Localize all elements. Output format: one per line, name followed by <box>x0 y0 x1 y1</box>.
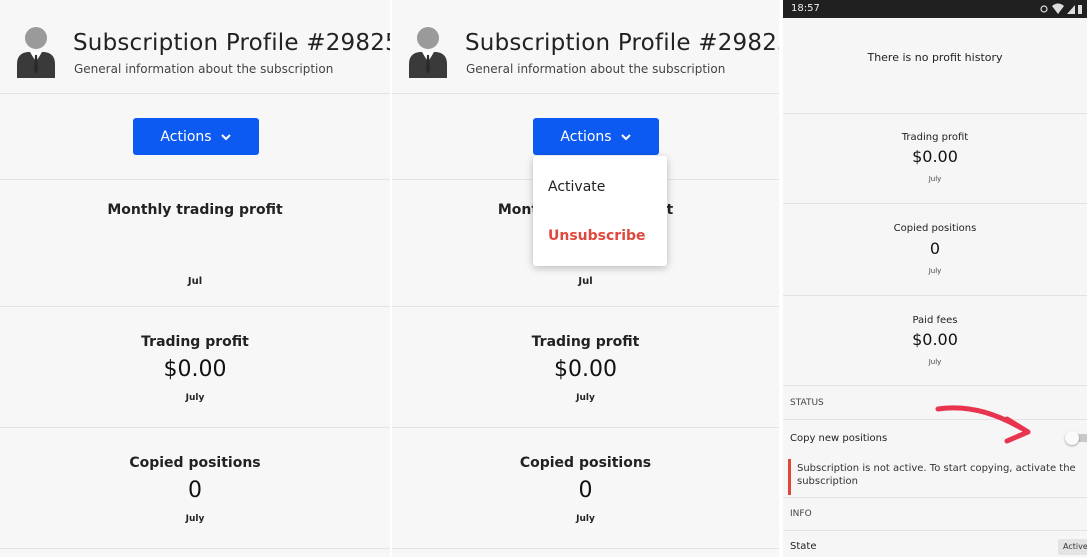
status-label: STATUS <box>790 398 824 408</box>
month-label: July <box>928 358 942 366</box>
page-title: Subscription Profile #29825 <box>73 30 390 56</box>
month-label: July <box>185 393 205 403</box>
month-label: July <box>576 514 595 524</box>
month-label: Jul <box>187 276 203 287</box>
user-avatar-icon <box>17 27 55 78</box>
menu-item-unsubscribe[interactable]: Unsubscribe <box>548 228 646 244</box>
month-label: July <box>928 267 942 275</box>
paid-fees-value: $0.00 <box>912 330 958 349</box>
month-label: July <box>576 393 595 403</box>
state-badge: Active <box>1058 539 1087 555</box>
monthly-profit-section: Monthly trading profit Jul <box>0 180 390 307</box>
annotation-arrow-icon <box>935 405 1031 444</box>
page-subtitle: General information about the subscripti… <box>74 62 334 76</box>
profile-header: Subscription Profile #29825 General info… <box>392 0 779 94</box>
page-title: Subscription Profile #29825 <box>465 30 779 56</box>
section-title: Copied positions <box>129 455 261 471</box>
actions-button-label: Actions <box>560 128 612 145</box>
page-subtitle: General information about the subscripti… <box>466 62 726 76</box>
profile-header: Subscription Profile #29825 General info… <box>0 0 390 94</box>
copied-positions-section: Copied positions 0 July <box>392 428 779 549</box>
section-title: Trading profit <box>531 334 640 350</box>
copied-positions-section: Copied positions 0 July <box>0 428 390 549</box>
chevron-down-icon <box>620 133 631 140</box>
trading-profit-value: $0.00 <box>554 357 617 382</box>
section-title: Monthly trading profit <box>107 202 283 218</box>
chevron-down-icon <box>220 133 231 140</box>
trading-profit-section: Trading profit $0.00 July <box>0 307 390 428</box>
copy-new-positions-label: Copy new positions <box>790 433 888 444</box>
copied-positions-value: 0 <box>188 478 202 503</box>
status-bar-time: 18:57 <box>791 3 820 14</box>
info-section-label: INFO <box>783 497 1087 531</box>
month-label: July <box>928 175 942 183</box>
copied-positions-value: 0 <box>929 239 941 258</box>
copied-positions-value: 0 <box>578 478 593 503</box>
toggle-knob <box>1065 431 1079 445</box>
status-bar-icons <box>1040 3 1082 14</box>
subscription-profile-panel-dropdown-open: Subscription Profile #29825 General info… <box>392 0 779 557</box>
actions-row: Actions <box>0 94 390 180</box>
profit-history-section: There is no profit history <box>783 18 1087 114</box>
section-title: Trading profit <box>901 132 969 143</box>
section-title: Trading profit <box>141 334 249 350</box>
mobile-copied-positions-section: Copied positions 0 July <box>783 204 1087 296</box>
mobile-paid-fees-section: Paid fees $0.00 July <box>783 296 1087 386</box>
trading-profit-value: $0.00 <box>163 357 227 382</box>
user-avatar-icon <box>409 27 447 78</box>
month-label: July <box>185 514 205 524</box>
month-label: Jul <box>578 276 593 287</box>
trading-profit-value: $0.00 <box>912 147 958 166</box>
mobile-trading-profit-section: Trading profit $0.00 July <box>783 114 1087 204</box>
section-title: Copied positions <box>893 223 977 234</box>
state-label: State <box>790 541 817 552</box>
copy-new-positions-toggle[interactable] <box>1065 431 1087 445</box>
no-profit-history-text: There is no profit history <box>867 51 1003 64</box>
inactive-notice: Subscription is not active. To start cop… <box>788 459 1084 495</box>
section-title: Copied positions <box>519 455 652 471</box>
trading-profit-section: Trading profit $0.00 July <box>392 307 779 428</box>
section-title: Paid fees <box>912 315 958 326</box>
actions-dropdown-menu: Activate Unsubscribe <box>533 156 667 266</box>
state-row: State Active <box>783 531 1087 557</box>
mobile-subscription-view: 18:57 There is no profit history Trading… <box>783 0 1087 557</box>
actions-button-label: Actions <box>160 128 212 145</box>
subscription-profile-panel: Subscription Profile #29825 General info… <box>0 0 390 557</box>
info-label: INFO <box>790 509 812 519</box>
menu-item-activate[interactable]: Activate <box>548 179 605 195</box>
actions-button[interactable]: Actions <box>133 118 259 155</box>
status-bar: 18:57 <box>783 0 1087 18</box>
actions-button[interactable]: Actions <box>533 118 659 155</box>
